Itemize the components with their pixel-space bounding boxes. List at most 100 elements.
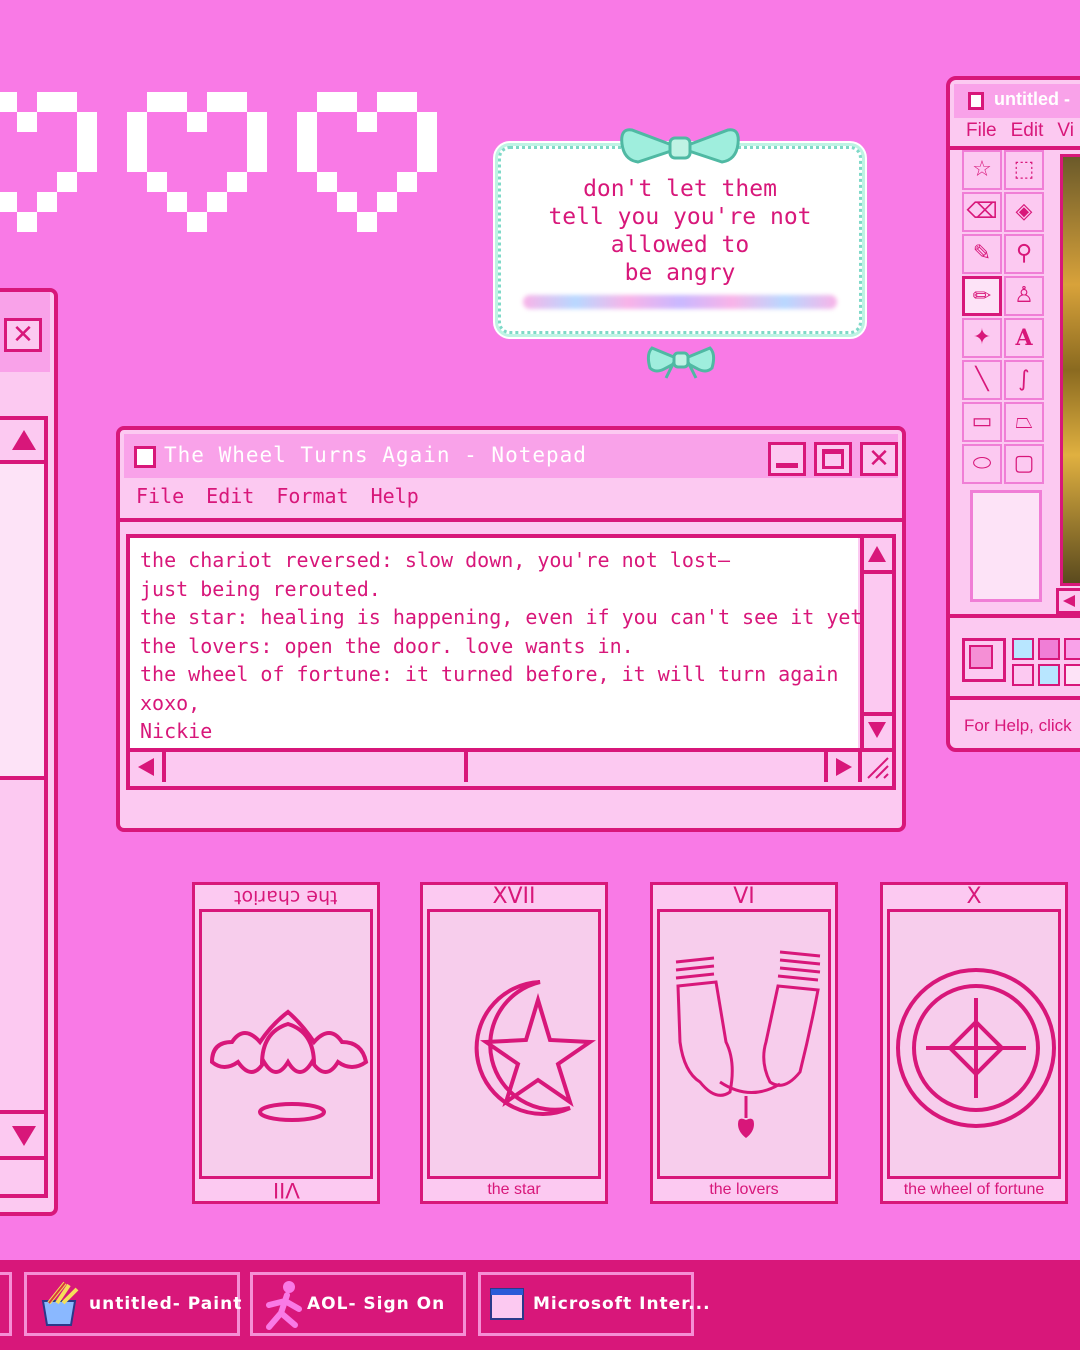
scroll-down-arrow-icon[interactable]	[866, 720, 888, 740]
minimize-button[interactable]	[768, 442, 806, 476]
scroll-up-arrow-icon[interactable]	[10, 428, 38, 452]
card-art	[887, 909, 1061, 1179]
text-line: the chariot reversed: slow down, you're …	[140, 548, 731, 572]
airbrush-tool[interactable]: ✦	[962, 318, 1002, 358]
text-area-frame: the chariot reversed: slow down, you're …	[126, 534, 896, 790]
tarot-card-wheel-of-fortune[interactable]: X the wheel of fortune	[880, 882, 1068, 1204]
vertical-scrollbar[interactable]	[0, 416, 48, 1198]
text-line: xoxo,	[140, 690, 201, 715]
scroll-left-arrow-icon[interactable]	[136, 756, 156, 778]
current-colors[interactable]	[962, 638, 1006, 682]
polygon-tool[interactable]: ⏢	[1004, 402, 1044, 442]
horizontal-scrollbar[interactable]	[130, 748, 858, 782]
taskbar-item-aol[interactable]: AOL- Sign On	[250, 1272, 466, 1336]
title-bar[interactable]: untitled -	[954, 84, 1080, 118]
close-button[interactable]: ✕	[860, 442, 898, 476]
menu-bar: File Edit Format Help	[136, 484, 419, 508]
quote-line: be angry	[624, 260, 736, 286]
pixel-heart-icon	[0, 92, 97, 232]
menu-item-view[interactable]: Vi	[1057, 120, 1074, 142]
rect-select-tool[interactable]: ⬚	[1004, 150, 1044, 190]
card-numeral: VII	[272, 1178, 300, 1203]
card-numeral: X	[966, 884, 982, 909]
quote-note: don't let them tell you you're not allow…	[498, 146, 862, 334]
crown-icon	[209, 1009, 369, 1122]
color-picker-tool[interactable]: ✎	[962, 234, 1002, 274]
text-area[interactable]: the chariot reversed: slow down, you're …	[130, 538, 875, 748]
rounded-rect-tool[interactable]: ▢	[1004, 444, 1044, 484]
rectangle-tool[interactable]: ▭	[962, 402, 1002, 442]
palette-swatch[interactable]	[1012, 638, 1034, 660]
horizontal-scrollbar[interactable]	[1056, 588, 1080, 614]
taskbar-item-partial[interactable]	[0, 1272, 12, 1336]
menu-item-file[interactable]: File	[136, 484, 184, 508]
scroll-left-arrow-icon[interactable]	[1061, 593, 1077, 609]
card-art	[657, 909, 831, 1179]
text-line: just being rerouted.	[140, 576, 381, 601]
tarot-card-lovers[interactable]: VI the lovers	[650, 882, 838, 1204]
bow-icon	[646, 346, 716, 379]
card-art	[199, 909, 373, 1179]
ellipse-tool[interactable]: ⬭	[962, 444, 1002, 484]
running-man-icon	[266, 1281, 302, 1330]
resize-grip-icon	[867, 757, 889, 779]
palette-swatch[interactable]	[1064, 638, 1080, 660]
notepad-icon	[134, 446, 156, 468]
text-line: Nickie	[140, 719, 213, 743]
rainbow-strip	[523, 295, 837, 309]
tarot-card-chariot[interactable]: the chariot VII	[192, 882, 380, 1204]
quote-line: tell you you're not	[548, 204, 812, 230]
magnifier-tool[interactable]: ⚲	[1004, 234, 1044, 274]
holding-hands-icon	[675, 950, 821, 1138]
browser-window-icon	[490, 1288, 524, 1320]
tarot-card-star[interactable]: XVII the star	[420, 882, 608, 1204]
card-numeral: XVII	[492, 884, 536, 909]
menu-item-format[interactable]: Format	[276, 484, 348, 508]
resize-grip[interactable]	[858, 748, 892, 782]
tool-options[interactable]	[970, 490, 1042, 602]
quote-line: don't let them	[583, 176, 777, 202]
menu-item-file[interactable]: File	[966, 120, 997, 142]
card-name: the star	[487, 1181, 541, 1198]
free-select-tool[interactable]: ☆	[962, 150, 1002, 190]
menu-item-edit[interactable]: Edit	[206, 484, 254, 508]
vertical-scrollbar[interactable]	[860, 538, 892, 748]
canvas[interactable]	[1060, 154, 1080, 586]
palette-swatch[interactable]	[1038, 664, 1060, 686]
palette-swatch[interactable]	[1038, 638, 1060, 660]
scroll-right-arrow-icon[interactable]	[834, 756, 854, 778]
taskbar-item-paint[interactable]: untitled- Paint	[24, 1272, 241, 1336]
text-line: the wheel of fortune: it turned before, …	[140, 662, 839, 686]
menu-item-edit[interactable]: Edit	[1011, 120, 1044, 142]
paint-window: untitled - File Edit Vi ☆ ⬚ ⌫ ◈ ✎ ⚲ ✏ ♙ …	[946, 76, 1080, 752]
status-bar-text: For Help, click	[964, 716, 1072, 735]
scroll-up-arrow-icon[interactable]	[866, 544, 888, 564]
window-title: The Wheel Turns Again - Notepad	[164, 443, 587, 467]
pixel-heart-icon	[127, 92, 267, 232]
scroll-thumb[interactable]	[0, 460, 44, 780]
curve-tool[interactable]: ∫	[1004, 360, 1044, 400]
taskbar-item-label: Microsoft Inter...	[533, 1294, 711, 1314]
line-tool[interactable]: ╲	[962, 360, 1002, 400]
card-name: the wheel of fortune	[903, 1181, 1045, 1198]
pencil-tool[interactable]: ✏	[962, 276, 1002, 316]
close-button[interactable]: ✕	[4, 318, 42, 352]
fill-tool[interactable]: ◈	[1004, 192, 1044, 232]
text-tool[interactable]: A	[1004, 318, 1044, 358]
taskbar-item-internet-explorer[interactable]: Microsoft Inter...	[478, 1272, 710, 1336]
bow-icon	[620, 128, 740, 164]
maximize-button[interactable]	[814, 442, 852, 476]
paint-icon	[968, 92, 984, 110]
scroll-down-arrow-icon[interactable]	[10, 1124, 38, 1148]
quote-line: allowed to	[610, 232, 750, 258]
menu-item-help[interactable]: Help	[371, 484, 419, 508]
scroll-thumb[interactable]	[464, 752, 468, 782]
palette-swatch[interactable]	[1064, 664, 1080, 686]
eraser-tool[interactable]: ⌫	[962, 192, 1002, 232]
window-title: untitled -	[994, 89, 1070, 109]
text-line: the star: healing is happening, even if …	[140, 605, 875, 629]
moon-star-icon	[474, 980, 597, 1116]
brush-tool[interactable]: ♙	[1004, 276, 1044, 316]
palette-swatch[interactable]	[1012, 664, 1034, 686]
card-name-top: the chariot	[234, 886, 338, 908]
